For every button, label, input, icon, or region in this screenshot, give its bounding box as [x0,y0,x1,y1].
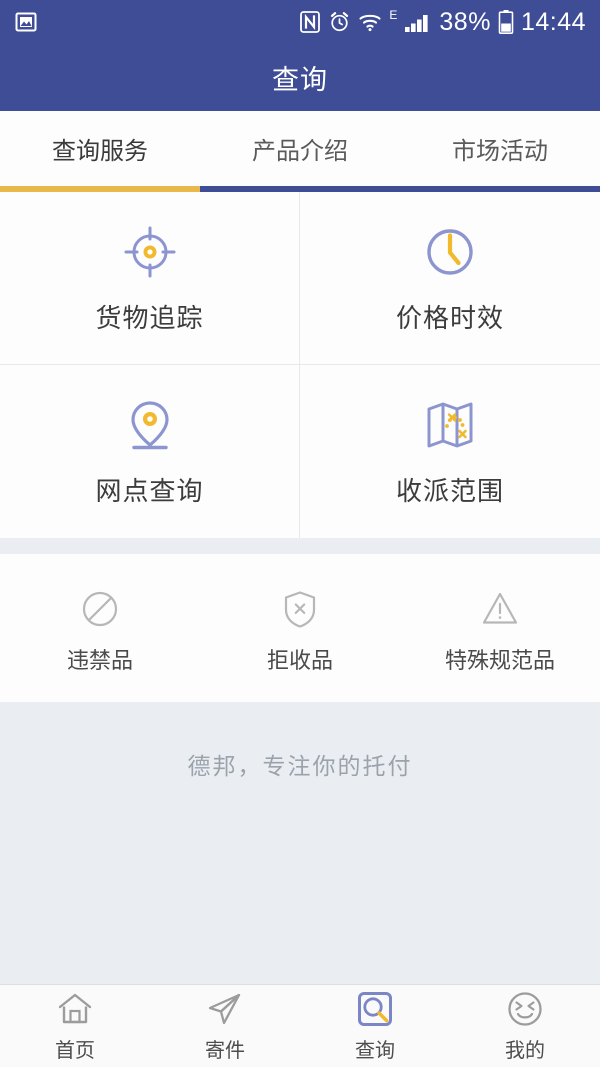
tab-label: 查询服务 [52,138,148,165]
clock-time-label: 14:44 [520,7,586,36]
rule-item-prohibited[interactable]: 违禁品 [0,588,200,675]
status-bar-right: E 38% 14:44 [299,9,586,35]
rule-label: 特殊规范品 [444,647,555,673]
smiley-face-icon [505,989,545,1029]
app-header: 查询 [0,44,600,111]
wifi-icon [358,10,382,34]
nav-label: 寄件 [205,1040,245,1062]
tab-label: 市场活动 [452,138,548,165]
rule-label: 拒收品 [266,647,333,673]
map-pin-icon [120,395,180,455]
service-item-branch-query[interactable]: 网点查询 [0,365,300,538]
signal-bars-icon [404,10,432,34]
nav-item-profile[interactable]: 我的 [450,989,600,1063]
nav-item-query[interactable]: 查询 [300,989,450,1063]
paper-plane-icon [205,989,245,1029]
alarm-clock-icon [328,10,351,34]
service-label: 货物追踪 [95,302,204,333]
nav-label: 首页 [55,1040,95,1062]
target-crosshair-icon [120,222,180,282]
section-divider [0,538,600,554]
prohibited-circle-slash-icon [79,588,121,630]
service-label: 价格时效 [395,302,504,333]
warning-triangle-icon [479,588,521,630]
service-grid: 货物追踪 价格时效 网点查询 收派范围 [0,192,600,538]
nav-item-send[interactable]: 寄件 [150,989,300,1063]
network-type-label: E [389,8,398,22]
service-label: 网点查询 [95,476,204,506]
page-title: 查询 [272,65,328,95]
screenshot-icon [14,10,38,34]
brand-slogan: 德邦，专注你的托付 [187,753,413,779]
app-screen: E 38% 14:44 查询 查询服务 产品介绍 市场活动 货物追踪 价格时效 … [0,0,600,1067]
rule-label: 违禁品 [66,647,133,673]
battery-icon [498,9,514,35]
folded-map-icon [420,395,480,455]
nav-label: 我的 [505,1040,545,1062]
service-label: 收派范围 [395,476,504,506]
shield-x-icon [279,588,321,630]
tab-query-services[interactable]: 查询服务 [0,111,200,192]
service-item-delivery-range[interactable]: 收派范围 [300,365,600,538]
bottom-navigation: 首页 寄件 查询 我的 [0,984,600,1067]
tab-market-activity[interactable]: 市场活动 [400,111,600,192]
status-bar-left [14,10,38,34]
nav-label: 查询 [355,1040,395,1062]
rule-item-rejected[interactable]: 拒收品 [200,588,400,675]
main-content: 货物追踪 价格时效 网点查询 收派范围 违禁品 拒收品 特殊规范品 德邦，专注你… [0,192,600,984]
tab-label: 产品介绍 [252,138,348,165]
home-icon [55,989,95,1029]
clock-icon [420,222,480,282]
battery-percent-label: 38% [439,7,491,36]
tab-bar: 查询服务 产品介绍 市场活动 [0,111,600,192]
rules-row: 违禁品 拒收品 特殊规范品 [0,554,600,702]
tab-active-indicator [0,186,200,192]
nfc-icon [299,10,321,34]
rule-item-special-regulated[interactable]: 特殊规范品 [400,588,600,675]
search-square-icon [355,989,395,1029]
tab-product-intro[interactable]: 产品介绍 [200,111,400,192]
service-item-cargo-tracking[interactable]: 货物追踪 [0,192,300,365]
slogan-area: 德邦，专注你的托付 [0,702,600,984]
nav-item-home[interactable]: 首页 [0,989,150,1063]
service-item-price-timeliness[interactable]: 价格时效 [300,192,600,365]
status-bar: E 38% 14:44 [0,0,600,44]
